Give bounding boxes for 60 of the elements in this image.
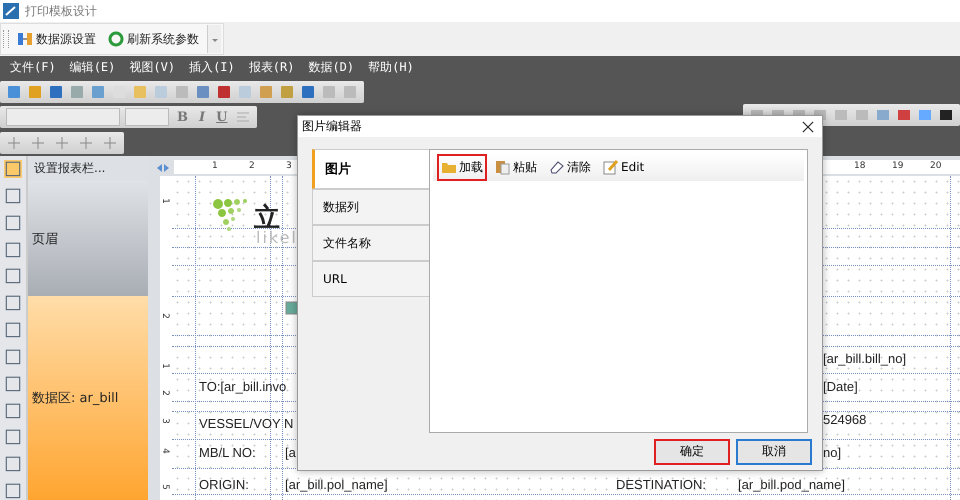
collapse-icon[interactable] [156, 163, 170, 173]
field-text: DESTINATION: [616, 477, 706, 492]
field-text: VESSEL/VOY N [199, 416, 294, 431]
dialog-tab[interactable]: URL [312, 261, 429, 298]
field-text: [ar_bill.pod_name] [738, 477, 845, 492]
band-panel-header: 设置报表栏... [28, 156, 148, 181]
plus-icon[interactable] [54, 135, 70, 152]
ruler-number: 2 [160, 313, 170, 319]
tool-button[interactable]: 加载 [437, 154, 487, 181]
menu-item[interactable]: 插入(I) [189, 59, 235, 76]
dialog-button[interactable]: 确定 [654, 438, 730, 465]
data-source-icon [17, 31, 33, 47]
close-icon[interactable] [802, 120, 814, 133]
field-text: ORIGIN: [199, 477, 249, 492]
logo-subtext: likel [256, 228, 298, 247]
tool-button[interactable]: Edit [599, 154, 648, 180]
field-text: TO:[ar_bill.invo [199, 379, 286, 394]
field-text: 524968 [823, 412, 866, 427]
app-icon [3, 3, 19, 19]
ruler-number: 19 [892, 161, 904, 171]
dialog-title: 图片编辑器 [302, 118, 362, 136]
menu-item[interactable]: 报表(R) [248, 59, 294, 76]
report-band[interactable]: 页眉 [28, 181, 148, 296]
field-text: no] [823, 445, 842, 460]
dropdown-button[interactable] [207, 25, 221, 53]
ruler-number: 5 [160, 484, 170, 490]
toolbar-button[interactable]: 刷新系统参数 [104, 28, 203, 50]
dialog-button[interactable]: 取消 [736, 438, 812, 465]
ruler-number: 3 [160, 418, 170, 424]
window-title: 打印模板设计 [25, 2, 97, 20]
field-text: MB/L NO: [199, 445, 256, 460]
ruler-number: 4 [160, 448, 170, 454]
field-text: [ar_bill.pol_name] [285, 477, 388, 492]
menu-item[interactable]: 帮助(H) [368, 59, 414, 76]
eraser-icon [549, 159, 565, 176]
report-band[interactable]: 数据区: ar_bill [28, 296, 148, 500]
ruler-number: 18 [854, 161, 866, 171]
ruler-number: 2 [160, 390, 170, 396]
tool-button[interactable]: 清除 [545, 154, 595, 181]
field-text: [a [285, 445, 296, 460]
dialog-tab[interactable]: 数据列 [312, 189, 429, 226]
ruler-number: 1 [212, 161, 218, 171]
tool-button[interactable]: 粘贴 [491, 154, 541, 181]
field-text: [ar_bill.bill_no] [823, 351, 906, 366]
ruler-number: 20 [930, 161, 942, 171]
ruler-number: 3 [286, 161, 292, 171]
ruler-number: 2 [249, 161, 255, 171]
toolbar-button[interactable]: 数据源设置 [13, 28, 100, 50]
size-dropdown[interactable] [125, 108, 169, 126]
menu-item[interactable]: 视图(V) [129, 59, 176, 76]
menu-item[interactable]: 数据(D) [308, 59, 354, 76]
field-text: [Date] [823, 379, 858, 394]
menu-item[interactable]: 文件(F) [10, 59, 56, 76]
font-dropdown[interactable] [6, 108, 120, 126]
ruler-number: 1 [160, 198, 170, 204]
dialog-tab[interactable]: 图片 [312, 149, 429, 190]
pencil-icon [603, 159, 619, 176]
ruler-number: 1 [160, 363, 170, 369]
menu-item[interactable]: 编辑(E) [70, 59, 116, 76]
dialog-tab[interactable]: 文件名称 [312, 225, 429, 262]
